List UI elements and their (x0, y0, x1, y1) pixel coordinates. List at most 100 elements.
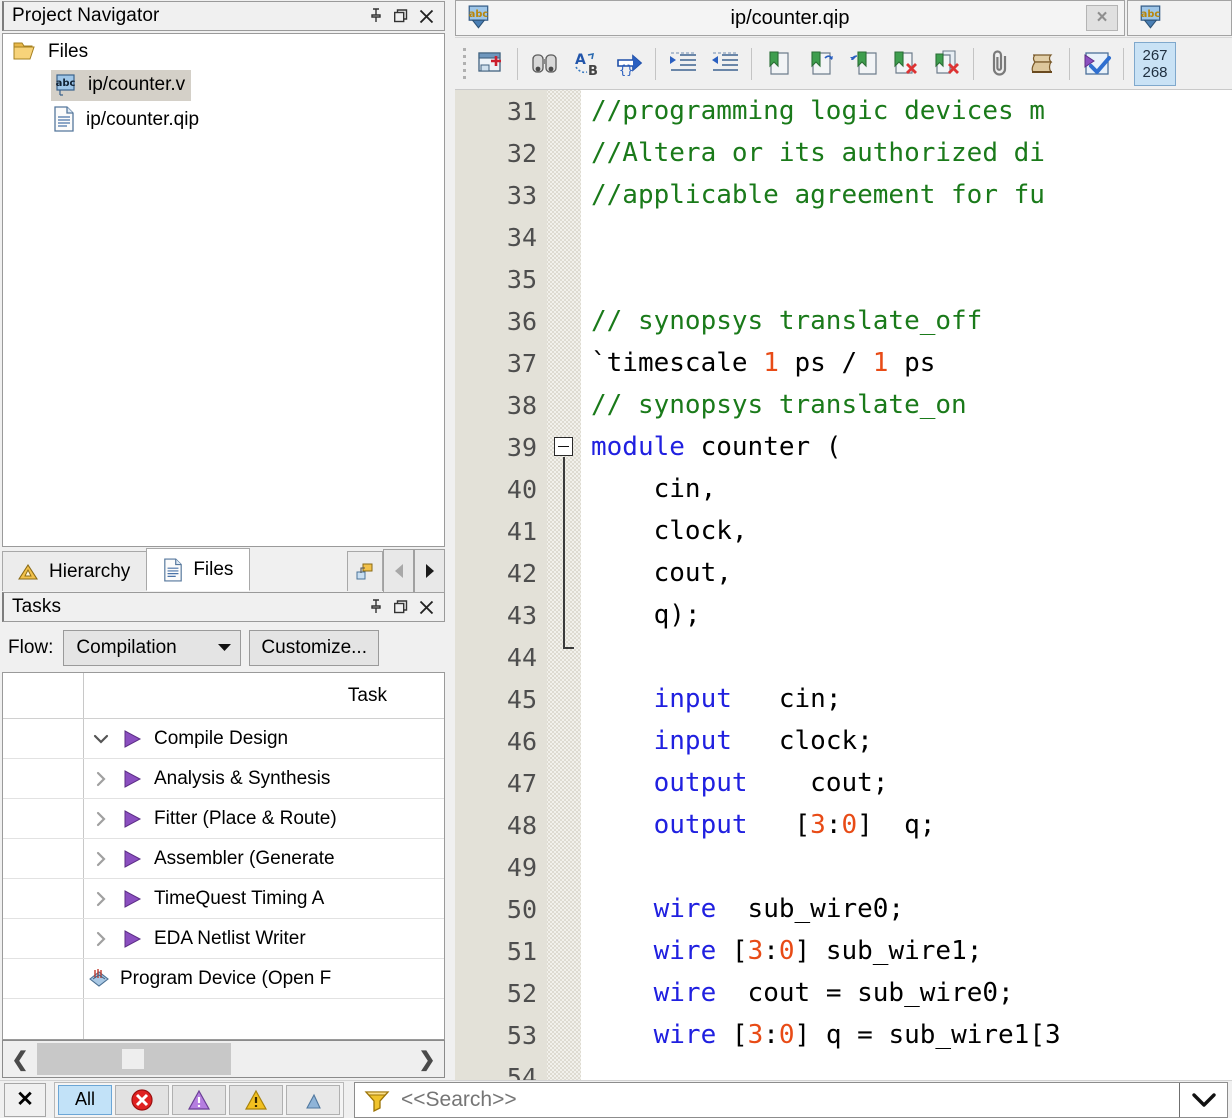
code-line[interactable]: input cin; (591, 678, 1232, 720)
code-line[interactable]: wire sub_wire0; (591, 888, 1232, 930)
editor-tab-secondary[interactable]: abc (1127, 0, 1232, 36)
outdent-icon[interactable] (704, 42, 745, 86)
replace-icon[interactable]: A B (566, 42, 607, 86)
bookmark-toggle-icon[interactable] (758, 42, 799, 86)
filter-critical-warning[interactable] (172, 1084, 226, 1115)
tab-files[interactable]: Files (146, 548, 251, 591)
run-check-icon[interactable] (1076, 42, 1117, 86)
table-row[interactable]: EDA Netlist Writer (3, 919, 444, 959)
filter-error[interactable] (115, 1084, 169, 1115)
code-line[interactable] (591, 1056, 1232, 1080)
code-editor[interactable]: 31 32 33 34 35 36 37 38 39 40 41 42 43 44 45 46 47 48 49 50… (455, 89, 1232, 1080)
code-line[interactable]: //programming logic devices m (591, 90, 1232, 132)
code-line[interactable]: // synopsys translate_off (591, 300, 1232, 342)
tasks-table[interactable]: Task Compile Design Analysis & Synthesis… (2, 672, 445, 1040)
code-token: 0 (778, 936, 795, 966)
chevron-down-icon[interactable] (1179, 1082, 1227, 1117)
expand-twisty-icon[interactable] (84, 811, 118, 827)
find-icon[interactable] (524, 42, 565, 86)
filter-all[interactable]: All (58, 1084, 112, 1115)
scroll-right-icon[interactable]: ❯ (410, 1041, 444, 1077)
code-line[interactable]: `timescale 1 ps / 1 ps (591, 342, 1232, 384)
scrollbar-track[interactable] (37, 1041, 410, 1077)
expand-twisty-icon[interactable] (84, 931, 118, 947)
bookmark-clear-icon[interactable] (884, 42, 925, 86)
play-icon[interactable] (118, 849, 148, 868)
bookmark-next-icon[interactable] (800, 42, 841, 86)
close-icon[interactable] (418, 598, 434, 616)
code-line[interactable] (591, 846, 1232, 888)
code-line[interactable]: //applicable agreement for fu (591, 174, 1232, 216)
code-fold-margin[interactable] (547, 90, 581, 1080)
scrollbar-thumb[interactable] (37, 1043, 231, 1075)
goto-line-icon[interactable]: {} (608, 42, 649, 86)
table-row[interactable]: Assembler (Generate (3, 839, 444, 879)
project-navigator-tree[interactable]: Files abc ip/counter.v ip/counter.qip (2, 33, 445, 547)
pin-icon[interactable] (368, 598, 384, 616)
code-line[interactable]: wire [3:0] q = sub_wire1[3 (591, 1014, 1232, 1056)
tasks-horizontal-scrollbar[interactable]: ❮ ❯ (2, 1040, 445, 1078)
dock-options-icon[interactable] (347, 551, 383, 591)
tree-item-files-root[interactable]: Files (3, 34, 444, 68)
toolbar-drag-handle[interactable] (461, 47, 469, 81)
code-line[interactable]: cout, (591, 552, 1232, 594)
expand-twisty-icon[interactable] (84, 851, 118, 867)
code-line[interactable] (591, 636, 1232, 678)
editor-tab-counter-qip[interactable]: abc ip/counter.qip × (455, 0, 1125, 36)
play-icon[interactable] (118, 889, 148, 908)
code-line[interactable]: q); (591, 594, 1232, 636)
expand-twisty-icon[interactable] (84, 733, 118, 745)
tree-item-counter-qip[interactable]: ip/counter.qip (3, 102, 444, 136)
code-line[interactable]: input clock; (591, 720, 1232, 762)
pin-icon[interactable] (368, 7, 384, 25)
tree-item-counter-v[interactable]: abc ip/counter.v (3, 68, 444, 102)
filter-info[interactable] (286, 1084, 340, 1115)
search-input[interactable] (401, 1087, 1169, 1112)
code-line[interactable]: wire cout = sub_wire0; (591, 972, 1232, 1014)
code-line[interactable]: cin, (591, 468, 1232, 510)
flow-select[interactable]: Compilation (63, 630, 242, 666)
scroll-left-icon[interactable]: ❮ (3, 1041, 37, 1077)
play-icon[interactable] (118, 769, 148, 788)
code-text[interactable]: //programming logic devices m //Altera or… (581, 90, 1232, 1080)
restore-icon[interactable] (393, 7, 409, 25)
table-row[interactable]: TimeQuest Timing A (3, 879, 444, 919)
code-line[interactable] (591, 258, 1232, 300)
close-icon[interactable]: ✕ (4, 1082, 46, 1117)
indent-icon[interactable] (662, 42, 703, 86)
expand-twisty-icon[interactable] (84, 771, 118, 787)
attach-icon[interactable] (980, 42, 1021, 86)
tab-hierarchy[interactable]: Hierarchy (2, 551, 148, 591)
code-line[interactable]: output [3:0] q; (591, 804, 1232, 846)
play-icon[interactable] (118, 729, 148, 748)
code-line[interactable]: wire [3:0] sub_wire1; (591, 930, 1232, 972)
code-line[interactable]: module counter ( (591, 426, 1232, 468)
bookmark-prev-icon[interactable] (842, 42, 883, 86)
code-line[interactable]: // synopsys translate_on (591, 384, 1232, 426)
table-row[interactable]: Analysis & Synthesis (3, 759, 444, 799)
close-icon[interactable] (418, 7, 434, 25)
line-number-indicator[interactable]: 267 268 (1134, 41, 1176, 86)
message-search-box[interactable] (354, 1081, 1228, 1118)
close-icon[interactable]: × (1086, 5, 1118, 31)
table-row[interactable]: Compile Design (3, 719, 444, 759)
play-icon[interactable] (118, 809, 148, 828)
restore-icon[interactable] (393, 598, 409, 616)
tab-scroll-left-button[interactable] (383, 549, 414, 593)
bookmark-clear-all-icon[interactable] (926, 42, 967, 86)
customize-button[interactable]: Customize... (249, 630, 379, 666)
filter-warning[interactable] (229, 1084, 283, 1115)
code-line[interactable]: //Altera or its authorized di (591, 132, 1232, 174)
program-device-icon[interactable] (84, 967, 114, 991)
script-icon[interactable] (1022, 42, 1063, 86)
insert-template-icon[interactable] (470, 42, 511, 86)
code-line[interactable]: output cout; (591, 762, 1232, 804)
table-row[interactable]: Fitter (Place & Route) (3, 799, 444, 839)
tab-scroll-right-button[interactable] (414, 549, 445, 593)
expand-twisty-icon[interactable] (84, 891, 118, 907)
table-row[interactable]: Program Device (Open F (3, 959, 444, 999)
play-icon[interactable] (118, 929, 148, 948)
code-line[interactable] (591, 216, 1232, 258)
code-line[interactable]: clock, (591, 510, 1232, 552)
fold-collapse-button[interactable] (554, 437, 573, 456)
